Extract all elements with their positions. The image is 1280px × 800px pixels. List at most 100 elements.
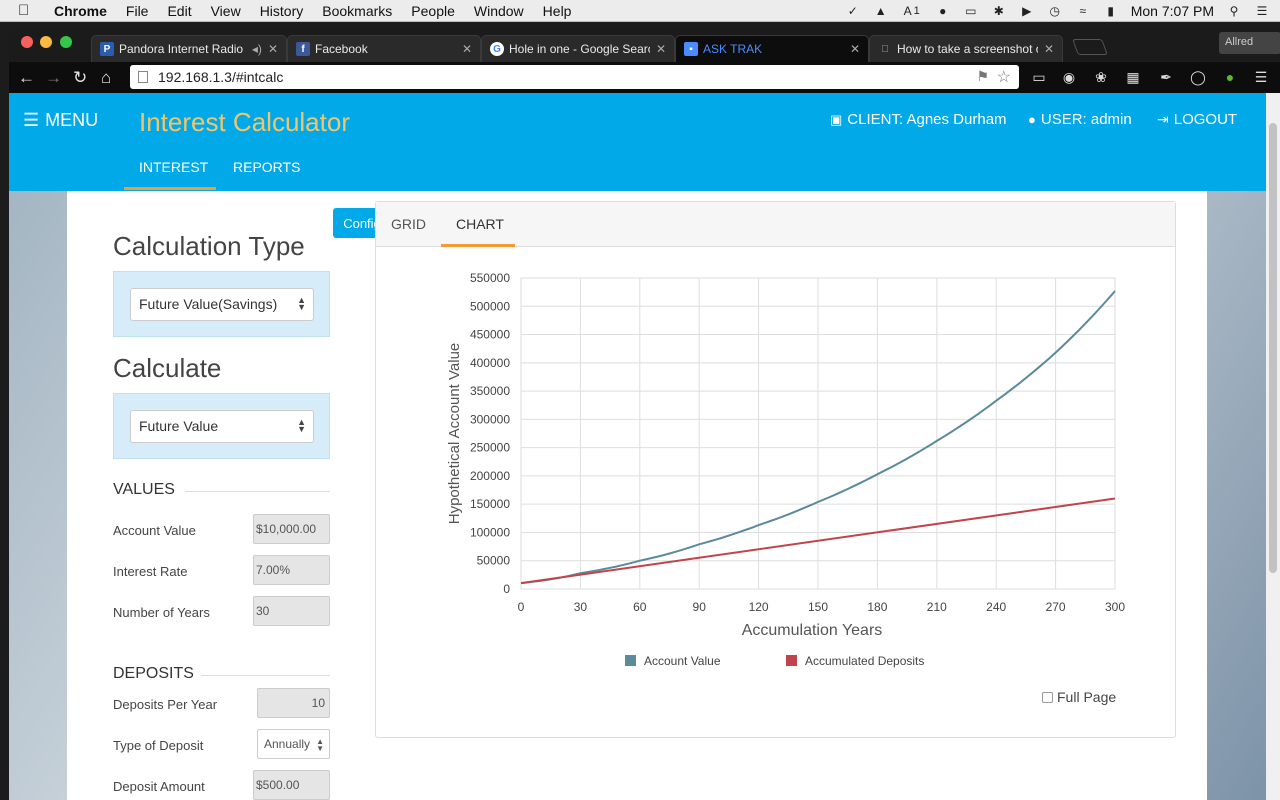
menu-clock[interactable]: Mon 7:07 PM — [1131, 3, 1214, 19]
adobe-creative-cloud-icon[interactable]: A1 — [901, 4, 923, 18]
film-reel-icon[interactable]: ❀ — [1092, 69, 1110, 87]
deposits-divider — [201, 675, 330, 676]
full-page-toggle[interactable]: Full Page — [1042, 689, 1116, 705]
nav-tab-interest[interactable]: INTEREST — [139, 159, 208, 175]
screen-capture-icon[interactable]: ▦ — [1124, 69, 1142, 87]
calc-type-select[interactable]: Future Value(Savings) ▲ ▼ — [130, 288, 314, 321]
interest-rate-input[interactable]: 7.00% — [253, 555, 330, 585]
user-icon: ● — [1028, 112, 1036, 127]
calc-type-value: Future Value(Savings) — [139, 296, 278, 312]
pin-icon[interactable]: ⚑ — [976, 68, 989, 85]
evernote-ext-icon[interactable]: ● — [1221, 69, 1239, 87]
minimize-window-button[interactable] — [40, 36, 52, 48]
legend-swatch — [786, 655, 797, 666]
full-page-checkbox[interactable] — [1042, 691, 1053, 703]
client-label: CLIENT: Agnes Durham — [847, 111, 1007, 128]
menu-bookmarks[interactable]: Bookmarks — [322, 3, 392, 19]
profile-button[interactable]: Allred — [1219, 32, 1280, 54]
main-content: Config Calculation Type Future Value(Sav… — [67, 191, 1207, 800]
tab-screenshot-howto[interactable]:  How to take a screenshot on ✕ — [869, 35, 1063, 62]
logout-button[interactable]: ⇥ LOGOUT — [1157, 111, 1237, 128]
forward-arrow-icon[interactable]: → — [45, 68, 62, 88]
type-of-deposit-select[interactable]: Annually ▲ ▼ — [257, 729, 330, 759]
years-input[interactable]: 30 — [253, 596, 330, 626]
web-page: ☰ MENU Interest Calculator ▣ CLIENT: Agn… — [9, 93, 1266, 800]
time-machine-icon[interactable]: ◷ — [1047, 4, 1063, 18]
menu-file[interactable]: File — [126, 3, 149, 19]
page-info-icon[interactable] — [138, 71, 148, 83]
menu-people[interactable]: People — [411, 3, 455, 19]
close-tab-icon[interactable]: ✕ — [656, 42, 666, 56]
shield-ext-icon[interactable]: ◯ — [1189, 69, 1207, 87]
y-tick-label: 150000 — [470, 497, 510, 511]
user-indicator[interactable]: ● USER: admin — [1028, 111, 1132, 128]
deposit-amount-input[interactable]: $500.00 — [253, 770, 330, 800]
new-tab-button[interactable] — [1072, 39, 1108, 55]
tab-title: Hole in one - Google Search — [509, 42, 650, 56]
airplay-icon[interactable]: ▭ — [963, 4, 979, 18]
bluetooth-icon[interactable]: ✱ — [991, 4, 1007, 18]
close-tab-icon[interactable]: ✕ — [462, 42, 472, 56]
notification-center-icon[interactable]: ☰ — [1254, 4, 1270, 18]
menu-chrome[interactable]: Chrome — [54, 3, 107, 19]
close-tab-icon[interactable]: ✕ — [1044, 42, 1054, 56]
deposits-per-year-input[interactable]: 10 — [257, 688, 330, 718]
zoom-window-button[interactable] — [60, 36, 72, 48]
browser-toolbar: ← → ↻ ⌂ 192.168.1.3/#intcalc ⚑ ☆ ▭ ◉ ❀ ▦… — [9, 62, 1280, 93]
battery-icon[interactable]: ▮ — [1103, 4, 1119, 18]
select-arrows-icon: ▲ ▼ — [297, 417, 306, 434]
tab-ask-trak[interactable]: ▪ ASK TRAK ✕ — [675, 35, 869, 62]
adobe-icon[interactable]: ▲ — [873, 4, 889, 18]
tab-chart[interactable]: CHART — [456, 216, 504, 232]
values-heading: VALUES — [113, 481, 175, 498]
close-tab-icon[interactable]: ✕ — [850, 42, 860, 56]
close-tab-icon[interactable]: ✕ — [268, 42, 278, 56]
home-icon[interactable]: ⌂ — [101, 68, 111, 88]
checkmark-shield-icon[interactable]: ✓ — [845, 4, 861, 18]
eyedropper-icon[interactable]: ✒ — [1157, 69, 1175, 87]
account-value-input[interactable]: $10,000.00 — [253, 514, 330, 544]
speaker-icon[interactable]: ◂) — [252, 42, 262, 56]
scrollbar-thumb[interactable] — [1269, 123, 1277, 573]
menu-button[interactable]: ☰ MENU — [23, 110, 98, 131]
volume-icon[interactable]: ▶ — [1019, 4, 1035, 18]
calculate-select[interactable]: Future Value ▲ ▼ — [130, 410, 314, 443]
deposits-per-year-label: Deposits Per Year — [113, 697, 218, 712]
ghostery-icon[interactable]: ◉ — [1060, 69, 1078, 87]
google-favicon-icon: G — [490, 42, 504, 56]
menu-history[interactable]: History — [260, 3, 304, 19]
tab-facebook[interactable]: f Facebook ✕ — [287, 35, 481, 62]
y-tick-label: 200000 — [470, 469, 510, 483]
menu-view[interactable]: View — [211, 3, 241, 19]
page-scrollbar[interactable] — [1266, 93, 1280, 800]
wifi-icon[interactable]: ≈ — [1075, 4, 1091, 18]
close-window-button[interactable] — [21, 36, 33, 48]
calc-type-box: Future Value(Savings) ▲ ▼ — [113, 271, 330, 337]
y-tick-label: 400000 — [470, 356, 510, 370]
interest-rate-label: Interest Rate — [113, 564, 188, 579]
reload-icon[interactable]: ↻ — [73, 68, 87, 88]
menu-window[interactable]: Window — [474, 3, 524, 19]
spotlight-search-icon[interactable]: ⚲ — [1226, 4, 1242, 18]
menu-label: MENU — [45, 110, 99, 130]
menu-help[interactable]: Help — [543, 3, 572, 19]
results-panel: GRID CHART 0 50000 100000 150000 200000 25000… — [375, 201, 1176, 738]
url-text[interactable]: 192.168.1.3/#intcalc — [158, 69, 283, 85]
apple-menu-icon[interactable]:  — [18, 2, 38, 19]
y-tick-label: 450000 — [470, 328, 510, 342]
y-tick-label: 350000 — [470, 384, 510, 398]
tab-pandora[interactable]: P Pandora Internet Radio ◂) ✕ — [91, 35, 287, 62]
nav-tab-reports[interactable]: REPORTS — [233, 159, 300, 175]
chrome-menu-icon[interactable]: ☰ — [1252, 69, 1270, 87]
back-arrow-icon[interactable]: ← — [18, 68, 35, 88]
bookmark-star-icon[interactable]: ☆ — [997, 67, 1011, 87]
tab-grid[interactable]: GRID — [391, 216, 426, 232]
cast-icon[interactable]: ▭ — [1030, 69, 1048, 87]
client-indicator[interactable]: ▣ CLIENT: Agnes Durham — [830, 111, 1007, 128]
menu-edit[interactable]: Edit — [167, 3, 191, 19]
tab-google-search[interactable]: G Hole in one - Google Search ✕ — [481, 35, 675, 62]
x-tick-label: 300 — [1105, 600, 1125, 614]
results-tabs: GRID CHART — [376, 202, 1175, 247]
address-bar[interactable]: 192.168.1.3/#intcalc ⚑ ☆ — [130, 65, 1019, 89]
evernote-icon[interactable]: ● — [935, 4, 951, 18]
